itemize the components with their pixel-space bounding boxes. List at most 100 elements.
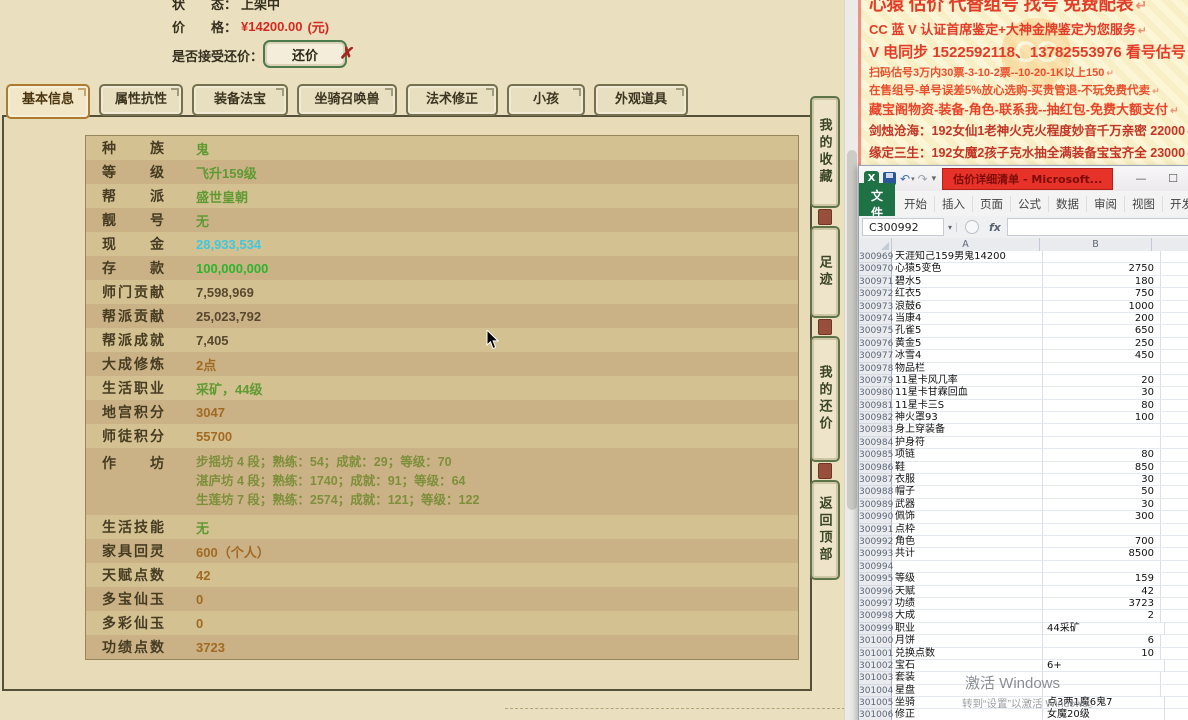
- ribbon-tab-视图[interactable]: 视图: [1125, 195, 1164, 212]
- cell-b[interactable]: [1043, 436, 1161, 450]
- cell-a[interactable]: 项链: [892, 449, 1043, 462]
- cell-b[interactable]: 2750: [1043, 263, 1161, 276]
- cell-a[interactable]: 衣服: [892, 474, 1043, 487]
- cell-b[interactable]: 200: [1043, 312, 1161, 326]
- cell-a[interactable]: 浪鼓6: [892, 300, 1043, 313]
- name-box-caret-icon[interactable]: ▾: [944, 222, 958, 232]
- tab-小孩[interactable]: 小孩: [507, 84, 585, 116]
- cell-b[interactable]: 180: [1043, 275, 1161, 289]
- cell-b[interactable]: [1043, 523, 1161, 536]
- cell-c[interactable]: [1161, 400, 1188, 413]
- cell-a[interactable]: 大成: [892, 610, 1043, 623]
- row-header[interactable]: 300984: [859, 436, 893, 450]
- counter-offer-button[interactable]: 还价: [263, 40, 347, 68]
- row-header[interactable]: 300988: [859, 486, 893, 499]
- cell-a[interactable]: [892, 560, 1043, 574]
- cell-c[interactable]: [1161, 338, 1188, 351]
- row-header[interactable]: 301006: [859, 709, 893, 720]
- cell-b[interactable]: 30: [1043, 474, 1161, 487]
- row-header[interactable]: 301004: [859, 684, 893, 698]
- cell-a[interactable]: 物品栏: [892, 362, 1043, 375]
- cell-a[interactable]: 宝石: [892, 659, 1043, 673]
- row-header[interactable]: 300987: [859, 474, 893, 487]
- cell-c[interactable]: [1161, 276, 1188, 289]
- cell-b[interactable]: [1043, 672, 1161, 685]
- row-header[interactable]: 300978: [859, 362, 893, 375]
- cell-b[interactable]: 30: [1043, 387, 1161, 400]
- cell-b[interactable]: 450: [1043, 350, 1161, 363]
- cell-c[interactable]: [1161, 635, 1188, 648]
- undo-icon[interactable]: ↶: [900, 172, 910, 186]
- ribbon-tab-公式[interactable]: 公式: [1011, 195, 1050, 212]
- row-header[interactable]: 300972: [859, 288, 893, 301]
- tab-法术修正[interactable]: 法术修正: [406, 84, 498, 116]
- cell-a[interactable]: 11星卡风几率: [892, 374, 1043, 388]
- cell-c[interactable]: [1161, 301, 1188, 313]
- row-header[interactable]: 300993: [859, 548, 893, 561]
- row-header[interactable]: 300986: [859, 461, 893, 475]
- cell-b[interactable]: 50: [1043, 486, 1161, 499]
- side-tab-足迹[interactable]: 足迹: [810, 226, 840, 318]
- cell-c[interactable]: [1161, 586, 1188, 598]
- cell-c[interactable]: [1161, 412, 1188, 425]
- ribbon-tab-审阅[interactable]: 审阅: [1087, 195, 1126, 212]
- undo-caret-icon[interactable]: ▾: [911, 175, 915, 183]
- cell-a[interactable]: 神火罩93: [892, 412, 1043, 425]
- row-header[interactable]: 300999: [859, 622, 893, 636]
- row-header[interactable]: 300973: [859, 300, 893, 313]
- cell-c[interactable]: [1161, 350, 1188, 363]
- cell-b[interactable]: [1043, 362, 1161, 375]
- cell-a[interactable]: 冰雪4: [892, 350, 1043, 363]
- cell-a[interactable]: 角色: [892, 535, 1043, 549]
- cell-b[interactable]: 700: [1043, 535, 1161, 549]
- cell-a[interactable]: 佩饰: [892, 511, 1043, 524]
- row-header[interactable]: 300985: [859, 449, 893, 462]
- ribbon-tab-数据[interactable]: 数据: [1049, 195, 1088, 212]
- cell-c[interactable]: [1165, 660, 1188, 673]
- row-header[interactable]: 301001: [859, 647, 893, 660]
- ribbon-tab-开发[interactable]: 开发: [1163, 196, 1188, 212]
- cell-a[interactable]: 月饼: [892, 635, 1043, 648]
- row-header[interactable]: 300990: [859, 511, 893, 524]
- cell-b[interactable]: [1043, 251, 1161, 264]
- cell-c[interactable]: [1165, 709, 1188, 720]
- cell-c[interactable]: [1161, 288, 1188, 301]
- cell-b[interactable]: 6: [1043, 635, 1161, 648]
- row-header[interactable]: 301002: [859, 659, 893, 673]
- cell-b[interactable]: [1043, 424, 1161, 437]
- cell-c[interactable]: [1161, 499, 1188, 512]
- cell-a[interactable]: 护身符: [892, 436, 1043, 450]
- cell-c[interactable]: [1161, 424, 1188, 437]
- row-header[interactable]: 300982: [859, 412, 893, 425]
- cell-b[interactable]: 159: [1043, 573, 1161, 586]
- cell-a[interactable]: 点枠: [892, 523, 1043, 536]
- ribbon-tab-开始[interactable]: 开始: [897, 195, 936, 212]
- page-scrollbar[interactable]: [844, 0, 859, 720]
- row-header[interactable]: 300980: [859, 387, 893, 400]
- maximize-button[interactable]: ☐: [1159, 169, 1187, 189]
- cell-b[interactable]: 8500: [1043, 548, 1161, 561]
- row-header[interactable]: 300969: [859, 251, 893, 264]
- cell-c[interactable]: [1161, 263, 1188, 276]
- cell-c[interactable]: [1161, 672, 1188, 685]
- cell-c[interactable]: [1161, 462, 1188, 475]
- row-header[interactable]: 300970: [859, 263, 893, 276]
- row-header[interactable]: 301003: [859, 672, 893, 685]
- row-header[interactable]: 300977: [859, 350, 893, 363]
- tab-坐骑召唤兽[interactable]: 坐骑召唤兽: [297, 84, 397, 116]
- cell-b[interactable]: 80: [1043, 449, 1161, 462]
- cell-a[interactable]: 身上穿装备: [892, 424, 1043, 437]
- minimize-button[interactable]: —: [1127, 169, 1155, 189]
- cell-c[interactable]: [1161, 610, 1188, 623]
- cell-b[interactable]: 44采矿: [1043, 622, 1165, 636]
- cell-b[interactable]: 750: [1043, 288, 1161, 301]
- cell-b[interactable]: 3723: [1043, 597, 1161, 611]
- cell-a[interactable]: 11星卡三S: [892, 399, 1043, 413]
- row-header[interactable]: 300995: [859, 573, 893, 586]
- cell-c[interactable]: [1161, 363, 1188, 375]
- cell-b[interactable]: 10: [1043, 647, 1161, 660]
- cell-a[interactable]: 等级: [892, 573, 1043, 586]
- row-header[interactable]: 300994: [859, 560, 893, 574]
- cell-c[interactable]: [1161, 573, 1188, 586]
- row-header[interactable]: 300981: [859, 399, 893, 413]
